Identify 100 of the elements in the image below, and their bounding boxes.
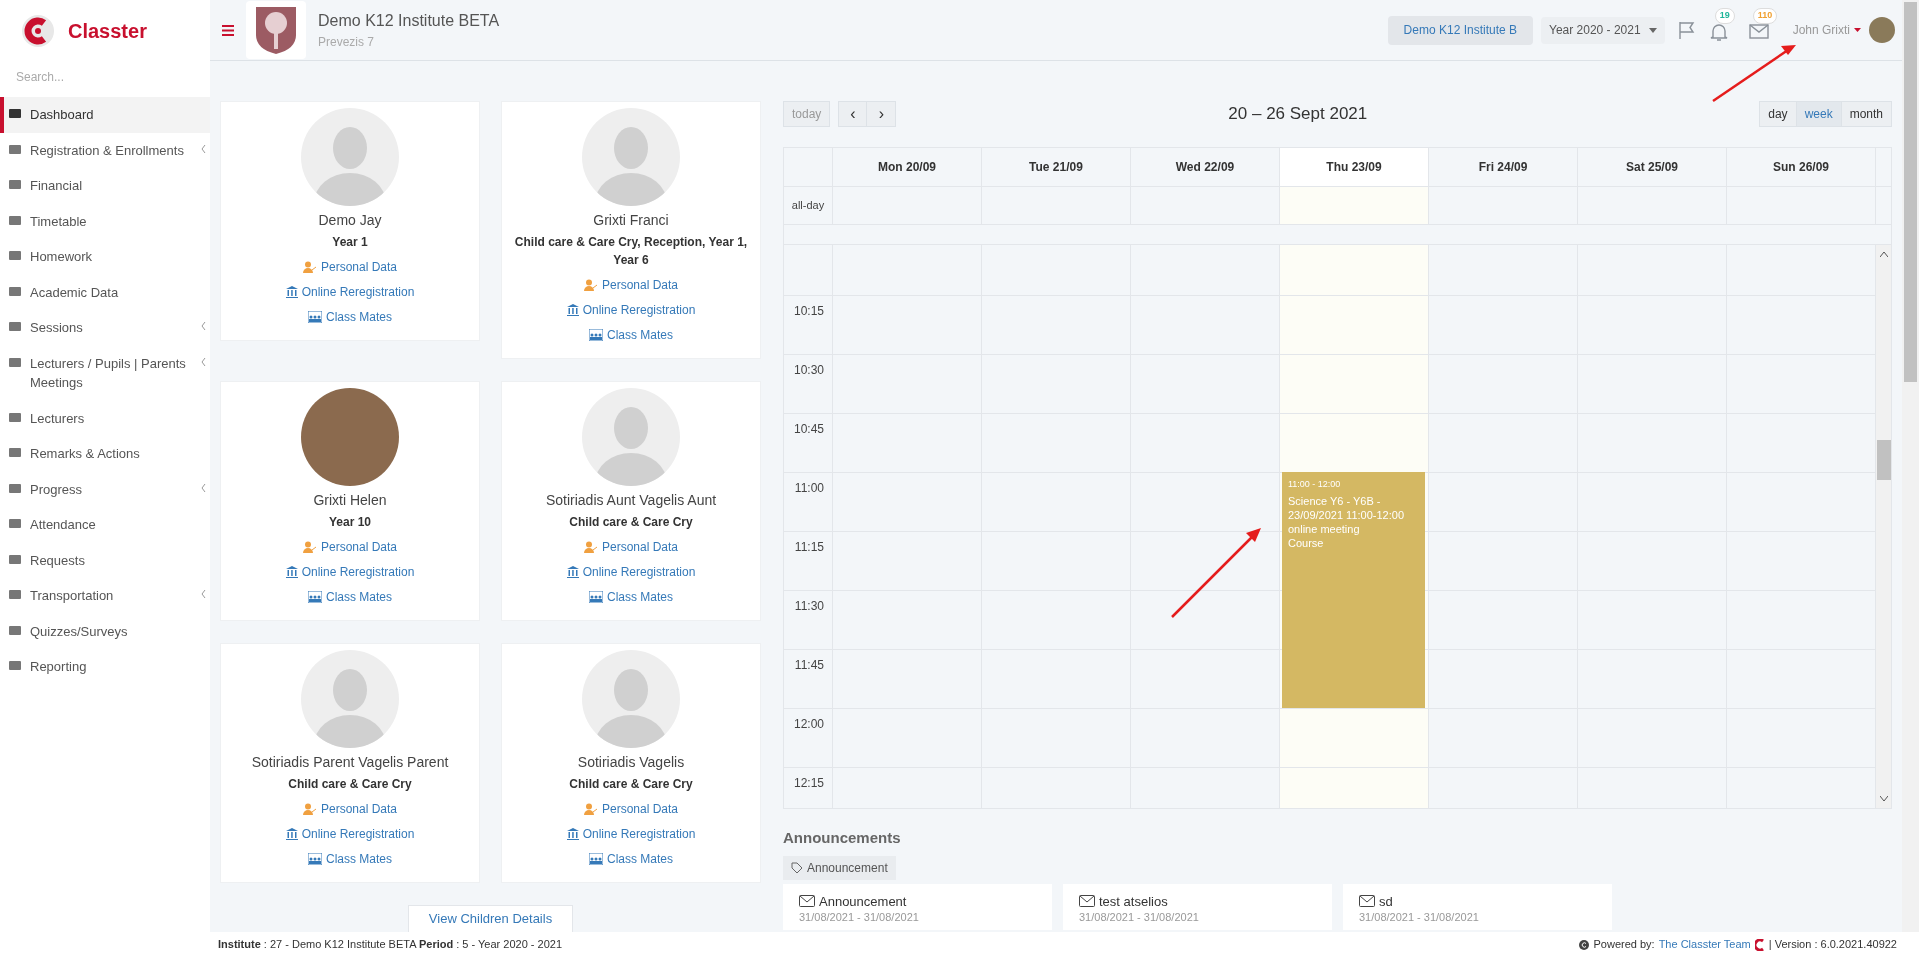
child-link[interactable]: Personal Data: [302, 800, 397, 818]
menu-item-icon: [8, 659, 22, 672]
year-select[interactable]: Year 2020 - 2021: [1541, 16, 1665, 44]
scroll-up-icon[interactable]: [1880, 251, 1888, 257]
bank-icon: [285, 286, 298, 298]
institute-button[interactable]: Demo K12 Institute B: [1387, 15, 1533, 45]
announcement-title: sd: [1379, 892, 1393, 911]
time-label: 10:30: [793, 363, 824, 377]
time-label: 11:30: [794, 599, 824, 613]
menu-item-icon: [8, 142, 22, 156]
child-link[interactable]: Online Reregistration: [285, 825, 415, 843]
sidebar-item[interactable]: Homework: [0, 239, 210, 275]
child-link[interactable]: Class Mates: [308, 850, 392, 868]
sidebar-item[interactable]: Attendance: [0, 507, 210, 543]
person-icon: [302, 803, 317, 815]
caret-icon: [1648, 27, 1657, 33]
child-link[interactable]: Class Mates: [589, 326, 673, 344]
scroll-thumb[interactable]: [1877, 440, 1891, 480]
child-name: Sotiriadis Vagelis: [577, 753, 685, 772]
time-label: 11:15: [794, 540, 824, 554]
menu-item-icon: [8, 588, 22, 601]
sidebar-item[interactable]: Dashboard: [0, 97, 210, 133]
sidebar-item[interactable]: Sessions: [0, 310, 210, 346]
previous-button[interactable]: ‹: [838, 101, 868, 127]
announcement-tag[interactable]: Announcement: [783, 855, 896, 880]
sidebar-item[interactable]: Requests: [0, 542, 210, 578]
scrollbar[interactable]: [1876, 245, 1891, 808]
institute-name: Demo K12 Institute BETA: [318, 11, 500, 31]
child-link[interactable]: Personal Data: [583, 276, 678, 294]
caret-icon: [1854, 28, 1861, 32]
child-link[interactable]: Personal Data: [302, 258, 397, 276]
institute-address: Prevezis 7: [318, 34, 376, 51]
child-classes: Child care & Care Cry, Reception, Year 1, Year 6: [514, 234, 748, 269]
event-detail: Course: [1288, 535, 1325, 550]
child-link[interactable]: Online Reregistration: [566, 301, 696, 319]
person-icon: [583, 803, 598, 815]
announcement-card[interactable]: sd 31/08/2021 - 31/08/2021: [1343, 883, 1612, 930]
version-text: | Version : 6.0.2021.40922: [1768, 937, 1897, 953]
person-icon: [583, 279, 598, 291]
sidebar-item[interactable]: Registration & Enrollments: [0, 132, 210, 168]
group-icon: [589, 853, 603, 865]
sidebar-item[interactable]: Academic Data: [0, 274, 210, 310]
menu-item-icon: [8, 552, 22, 566]
search-field[interactable]: Search...: [16, 65, 186, 89]
sidebar-item[interactable]: Transportation: [0, 578, 210, 614]
child-name: Demo Jay: [318, 211, 382, 230]
view-children-button[interactable]: View Children Details: [407, 905, 574, 933]
child-name: Sotiriadis Aunt Vagelis Aunt: [545, 491, 717, 510]
child-link[interactable]: Personal Data: [583, 538, 678, 556]
child-link[interactable]: Personal Data: [583, 800, 678, 818]
bank-icon: [566, 566, 579, 578]
page-scrollbar[interactable]: [1902, 0, 1919, 932]
announcement-card[interactable]: Announcement 31/08/2021 - 31/08/2021: [783, 883, 1052, 930]
team-link[interactable]: The Classter Team: [1658, 936, 1751, 953]
announcement-card[interactable]: test atselios 31/08/2021 - 31/08/2021: [1063, 883, 1332, 930]
group-icon: [308, 311, 322, 323]
sidebar-item[interactable]: Financial: [0, 168, 210, 204]
mail-icon[interactable]: [1748, 23, 1769, 39]
child-link[interactable]: Online Reregistration: [285, 283, 415, 301]
view-tab[interactable]: day: [1759, 101, 1797, 127]
announcement-title: Announcement: [819, 892, 907, 911]
announcements-title: Announcements: [783, 828, 902, 848]
child-link[interactable]: Online Reregistration: [285, 563, 415, 581]
sidebar-item[interactable]: Quizzes/Surveys: [0, 613, 210, 649]
sidebar-item[interactable]: Reporting: [0, 649, 210, 685]
bell-icon[interactable]: [1708, 22, 1729, 42]
sidebar-item[interactable]: Progress: [0, 471, 210, 507]
view-tab[interactable]: month: [1841, 101, 1892, 127]
menu-item-icon: [8, 623, 22, 637]
copyright-icon: [1579, 939, 1590, 950]
flag-icon[interactable]: [1676, 20, 1697, 40]
time-label: 12:00: [793, 717, 824, 731]
child-link[interactable]: Class Mates: [589, 850, 673, 868]
sidebar-item[interactable]: Timetable: [0, 203, 210, 239]
group-icon: [589, 329, 603, 341]
scroll-down-icon[interactable]: [1880, 796, 1888, 802]
child-classes: Child care & Care Cry: [569, 776, 693, 793]
sidebar-item[interactable]: Lecturers: [0, 400, 210, 436]
user-avatar[interactable]: [1869, 17, 1895, 43]
brand-name: Classter: [68, 18, 147, 44]
child-link[interactable]: Online Reregistration: [566, 825, 696, 843]
time-label: 11:00: [794, 481, 824, 495]
sidebar-item[interactable]: Remarks & Actions: [0, 436, 210, 472]
child-link[interactable]: Class Mates: [308, 308, 392, 326]
logo-icon: [1754, 938, 1765, 951]
child-link[interactable]: Class Mates: [308, 588, 392, 606]
envelope-icon: [1359, 895, 1375, 908]
view-tab[interactable]: week: [1796, 101, 1842, 127]
sidebar-item[interactable]: Lecturers / Pupils | Parents Meetings: [0, 345, 210, 401]
person-icon: [302, 261, 317, 273]
child-classes: Child care & Care Cry: [569, 514, 693, 531]
group-icon: [308, 853, 322, 865]
child-link[interactable]: Personal Data: [302, 538, 397, 556]
child-link[interactable]: Online Reregistration: [566, 563, 696, 581]
next-button[interactable]: ›: [867, 101, 897, 127]
menu-icon[interactable]: [222, 24, 234, 36]
child-classes: Year 1: [332, 234, 368, 251]
powered-by-text: Powered by:: [1593, 937, 1655, 953]
time-label: 10:15: [793, 304, 824, 318]
child-link[interactable]: Class Mates: [589, 588, 673, 606]
